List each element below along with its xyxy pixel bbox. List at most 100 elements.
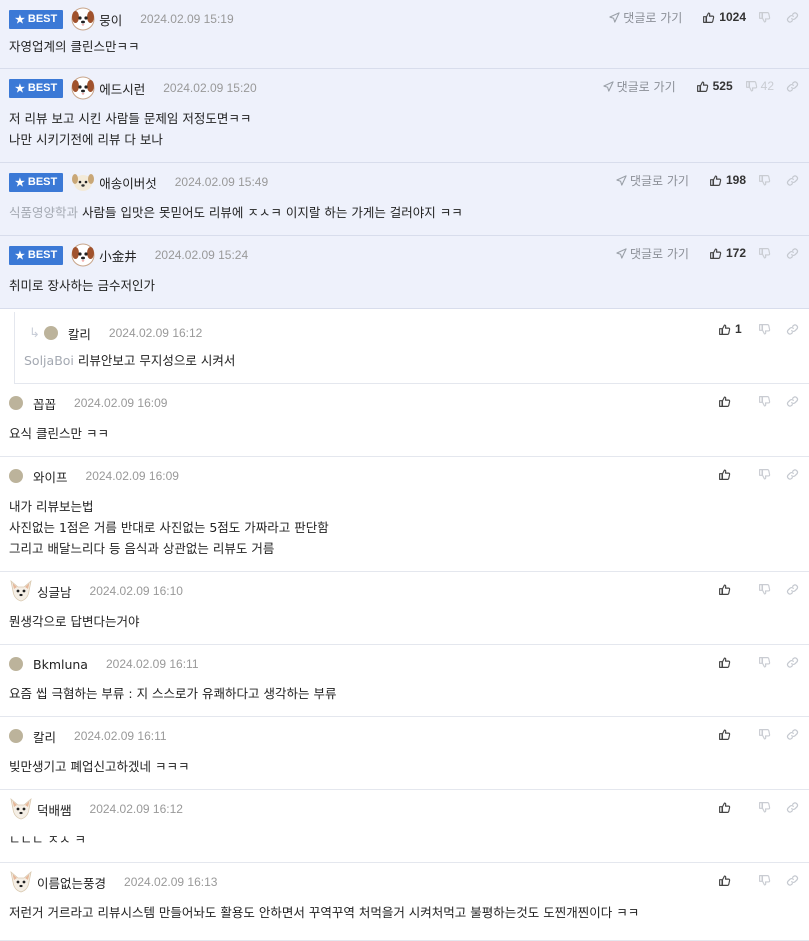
comment-text: 뭔생각으로 답변다는거야 (9, 611, 139, 632)
comment-header: 와이프 2024.02.09 16:09 (9, 465, 179, 487)
nickname[interactable]: 칼리 (68, 324, 91, 343)
comment-actions: 1 (718, 319, 799, 339)
nickname[interactable]: 애송이버섯 (99, 173, 157, 192)
dislike-button[interactable] (758, 323, 774, 336)
fox-icon[interactable] (9, 797, 33, 821)
comment-line: 요즘 씹 극혐하는 부류 : 지 스스로가 유쾌하다고 생각하는 부류 (9, 683, 336, 704)
share-link-button[interactable] (786, 174, 799, 187)
like-button[interactable] (718, 728, 746, 741)
comment-header: ★ BEST 뭉이 2024.02.09 15:19 (9, 7, 234, 31)
share-link-button[interactable] (786, 728, 799, 741)
comment-item: ★ BEST 뭉이 2024.02.09 15:19 댓글로 가기 1024 자영업계의 클… (0, 0, 809, 69)
share-link-button[interactable] (786, 323, 799, 336)
avatar[interactable] (43, 326, 58, 340)
like-button[interactable]: 525 (696, 79, 733, 93)
thumbs-down-icon (758, 323, 771, 336)
avatar[interactable] (9, 469, 23, 483)
share-link-button[interactable] (786, 656, 799, 669)
avatar[interactable] (9, 396, 23, 410)
nickname[interactable]: 와이프 (33, 467, 68, 486)
like-count: 525 (712, 79, 733, 93)
nickname[interactable]: Bkmluna (33, 657, 88, 672)
nickname[interactable]: 꼽꼽 (33, 394, 56, 413)
comment-header: 칼리 2024.02.09 16:11 (9, 725, 167, 747)
share-link-button[interactable] (786, 801, 799, 814)
dislike-button[interactable] (758, 468, 774, 481)
dislike-button[interactable] (758, 874, 774, 887)
avatar[interactable] (9, 729, 23, 743)
like-button[interactable]: 198 (709, 173, 746, 187)
like-button[interactable] (718, 656, 746, 669)
nickname[interactable]: 小金井 (99, 246, 137, 265)
dog-icon[interactable] (71, 243, 95, 267)
nickname[interactable]: 덕배쌤 (37, 800, 72, 819)
timestamp: 2024.02.09 16:11 (74, 729, 167, 743)
like-button[interactable] (718, 874, 746, 887)
like-button[interactable] (718, 468, 746, 481)
mention-tag[interactable]: SoljaBoi (24, 353, 74, 368)
reply-arrow-icon: ↳ (29, 325, 40, 341)
dislike-button[interactable] (758, 728, 774, 741)
dislike-button[interactable] (758, 11, 774, 24)
nickname[interactable]: 뭉이 (99, 10, 122, 29)
fox-icon[interactable] (9, 870, 33, 894)
comment-actions (718, 652, 799, 672)
comment-actions (718, 724, 799, 744)
dislike-button[interactable] (758, 656, 774, 669)
goto-comment-link[interactable]: 댓글로 가기 (616, 245, 689, 262)
dislike-button[interactable] (758, 247, 774, 260)
comment-line: 요식 클린스만 ㅋㅋ (9, 423, 109, 444)
share-link-button[interactable] (786, 395, 799, 408)
like-button[interactable]: 1024 (702, 10, 746, 24)
dog-icon[interactable] (71, 76, 95, 100)
dislike-button[interactable] (758, 174, 774, 187)
dog-icon[interactable] (71, 7, 95, 31)
nickname[interactable]: 이름없는풍경 (37, 873, 106, 892)
reply-comment: ↳ 칼리 2024.02.09 16:12 1 SoljaBoi 리뷰안보고 무지성으로 … (14, 312, 809, 384)
dislike-button[interactable] (758, 395, 774, 408)
goto-comment-link[interactable]: 댓글로 가기 (602, 78, 676, 95)
dislike-button[interactable] (758, 801, 774, 814)
nickname[interactable]: 에드시런 (99, 79, 145, 98)
like-button[interactable] (718, 395, 746, 408)
link-icon (786, 801, 799, 814)
link-icon (786, 728, 799, 741)
comment-item: 싱글남 2024.02.09 16:10 뭔생각으로 답변다는거야 (0, 572, 809, 645)
thumbs-up-icon (696, 80, 709, 93)
like-button[interactable] (718, 801, 746, 814)
link-icon (786, 323, 799, 336)
share-link-button[interactable] (786, 874, 799, 887)
comment-line-text: 요식 클린스만 ㅋㅋ (9, 426, 109, 441)
dislike-button[interactable]: 42 (745, 79, 774, 93)
nickname[interactable]: 싱글남 (37, 582, 72, 601)
like-button[interactable]: 1 (718, 322, 746, 336)
nickname[interactable]: 칼리 (33, 727, 56, 746)
comment-header: ★ BEST 小金井 2024.02.09 15:24 (9, 243, 248, 267)
comment-line: 저런거 거르라고 리뷰시스템 만들어놔도 활용도 안하면서 꾸역꾸역 처먹을거 … (9, 902, 639, 923)
thumbs-up-icon (718, 801, 731, 814)
dislike-button[interactable] (758, 583, 774, 596)
share-link-button[interactable] (786, 468, 799, 481)
goto-comment-link[interactable]: 댓글로 가기 (616, 172, 689, 189)
comment-text: 내가 리뷰보는법 사진없는 1점은 거름 반대로 사진없는 5점도 가짜라고 판단… (9, 496, 329, 559)
comment-text: 요즘 씹 극혐하는 부류 : 지 스스로가 유쾌하다고 생각하는 부류 (9, 683, 336, 704)
goto-comment-link[interactable]: 댓글로 가기 (609, 9, 682, 26)
comment-item: 칼리 2024.02.09 16:11 빚만생기고 폐업신고하겠네 ㅋㅋㅋ (0, 717, 809, 790)
share-link-button[interactable] (786, 11, 799, 24)
comment-header: Bkmluna 2024.02.09 16:11 (9, 653, 199, 675)
comment-item: 이름없는풍경 2024.02.09 16:13 저런거 거르라고 리뷰시스템 만들어… (0, 863, 809, 941)
thumbs-up-icon (718, 323, 731, 336)
share-link-button[interactable] (786, 247, 799, 260)
mention-tag[interactable]: 식품영양학과 (9, 205, 78, 220)
share-link-button[interactable] (786, 80, 799, 93)
share-link-button[interactable] (786, 583, 799, 596)
comment-text: 저런거 거르라고 리뷰시스템 만들어놔도 활용도 안하면서 꾸역꾸역 처먹을거 … (9, 902, 639, 923)
comment-line-text: 요즘 씹 극혐하는 부류 : 지 스스로가 유쾌하다고 생각하는 부류 (9, 686, 337, 701)
avatar[interactable] (9, 657, 23, 671)
send-icon (616, 174, 627, 186)
like-button[interactable] (718, 583, 746, 596)
fox-icon[interactable] (9, 579, 33, 603)
puppy-icon[interactable] (71, 172, 95, 192)
like-button[interactable]: 172 (709, 246, 746, 260)
goto-label: 댓글로 가기 (629, 246, 689, 261)
